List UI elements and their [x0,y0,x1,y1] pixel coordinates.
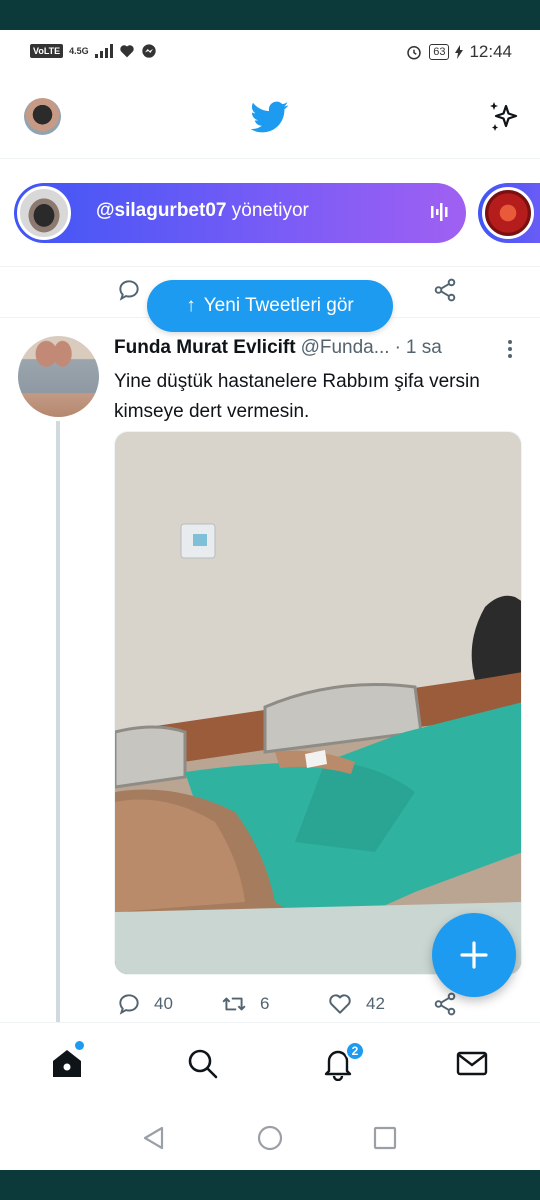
home-icon[interactable] [49,1045,85,1081]
reply-count: 40 [154,994,173,1013]
compose-tweet-button[interactable] [432,913,516,997]
system-navigation-bar [0,1105,540,1170]
plus-icon [460,941,488,969]
tweet-author-handle[interactable]: @Funda... [301,337,390,359]
more-options-icon[interactable] [505,338,515,360]
reply-icon[interactable] [116,277,142,303]
space-title: @silagurbet07 yönetiyor [96,200,309,222]
bottom-tab-bar: 2 [0,1022,540,1105]
top-app-bar [0,76,540,159]
hospital-bed-photo [115,432,521,974]
space-host-avatar [482,187,534,239]
home-circle-icon[interactable] [255,1123,285,1153]
arrow-up-icon: ↑ [186,295,196,316]
reply-icon[interactable] [116,991,142,1017]
notifications-badge: 2 [345,1041,365,1061]
back-icon[interactable] [140,1123,170,1153]
space-host-handle: @silagurbet07 [96,200,227,221]
audio-wave-icon [431,203,448,221]
tweet-header: Funda Murat Evlicift @Funda... · 1 sa [114,337,494,359]
space-host-suffix: yönetiyor [231,200,309,221]
volte-indicator: VoLTE [30,44,64,58]
device-frame-bottom [0,1170,540,1200]
new-tweets-label: Yeni Tweetleri gör [203,295,354,316]
like-icon[interactable] [327,991,353,1017]
tweet-author-name[interactable]: Funda Murat Evlicift [114,337,296,359]
home-unread-dot [75,1041,84,1050]
profile-avatar[interactable] [24,98,61,135]
messenger-status-icon [142,44,156,58]
recents-icon[interactable] [370,1123,400,1153]
messages-icon[interactable] [454,1045,490,1081]
search-icon[interactable] [184,1045,220,1081]
charging-icon [455,45,464,59]
alarm-icon [407,46,421,60]
sparkle-icon[interactable] [486,98,522,134]
space-card-next[interactable] [478,183,540,243]
thread-line [56,421,60,1022]
device-frame-top [0,0,540,30]
heart-status-icon [119,45,134,58]
tweet-author-avatar[interactable] [18,336,99,417]
tweet-separator: · [394,337,401,358]
battery-icon: 63 [429,44,450,60]
twitter-bird-icon[interactable] [251,98,289,136]
retweet-count: 6 [260,994,270,1013]
spaces-bar: @silagurbet07 yönetiyor [0,159,540,267]
network-type: 4.5G [69,46,89,56]
tweet-media-photo[interactable] [114,431,522,975]
share-icon[interactable] [432,277,458,303]
tweet-time[interactable]: 1 sa [406,337,442,359]
space-card[interactable]: @silagurbet07 yönetiyor [14,183,466,243]
status-bar: VoLTE 4.5G 63 12:44 [0,30,540,76]
retweet-icon[interactable] [221,991,247,1017]
signal-icon [94,44,113,58]
share-icon[interactable] [432,991,458,1017]
clock: 12:44 [469,42,512,61]
space-host-avatar [17,186,71,240]
like-count: 42 [366,994,385,1013]
tweet-text: Yine düştük hastanelere Rabbım şifa vers… [114,371,480,422]
